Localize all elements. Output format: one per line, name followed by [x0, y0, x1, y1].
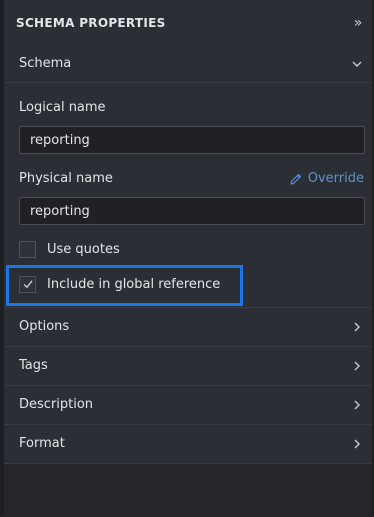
include-global-label: Include in global reference [47, 276, 221, 292]
physical-name-input[interactable] [19, 197, 365, 225]
schema-section-label: Schema [19, 56, 72, 71]
use-quotes-row[interactable]: Use quotes [19, 239, 120, 259]
physical-name-label: Physical name [19, 171, 113, 186]
chevron-right-icon [350, 398, 364, 412]
include-global-row[interactable]: Include in global reference [19, 274, 220, 294]
double-chevron-right-icon[interactable]: » [350, 15, 366, 31]
override-label: Override [307, 171, 364, 186]
panel-empty-area [4, 463, 372, 517]
schema-section-body: Logical name Physical name Override Use … [4, 83, 372, 313]
section-tags-label: Tags [19, 358, 48, 373]
use-quotes-label: Use quotes [47, 241, 120, 257]
override-link[interactable]: Override [289, 171, 364, 186]
schema-section-header[interactable]: Schema [4, 45, 372, 83]
checkmark-icon [23, 280, 33, 289]
chevron-right-icon [350, 437, 364, 451]
chevron-down-icon [350, 57, 364, 71]
section-format[interactable]: Format [4, 424, 372, 463]
chevron-right-icon [350, 320, 364, 334]
panel-title: SCHEMA PROPERTIES [16, 16, 166, 30]
schema-properties-panel: SCHEMA PROPERTIES » Schema Logical name … [4, 0, 372, 517]
section-description[interactable]: Description [4, 385, 372, 424]
collapsed-sections: Options Tags Description Format [4, 307, 372, 463]
use-quotes-checkbox[interactable] [19, 240, 36, 258]
chevron-right-icon [350, 359, 364, 373]
section-options[interactable]: Options [4, 307, 372, 346]
section-options-label: Options [19, 319, 70, 334]
pencil-icon [290, 173, 301, 185]
include-global-checkbox[interactable] [19, 275, 36, 293]
logical-name-label: Logical name [19, 100, 106, 115]
logical-name-input[interactable] [19, 126, 365, 154]
panel-header: SCHEMA PROPERTIES » [4, 0, 372, 47]
section-tags[interactable]: Tags [4, 346, 372, 385]
section-description-label: Description [19, 397, 94, 412]
section-format-label: Format [19, 436, 65, 451]
